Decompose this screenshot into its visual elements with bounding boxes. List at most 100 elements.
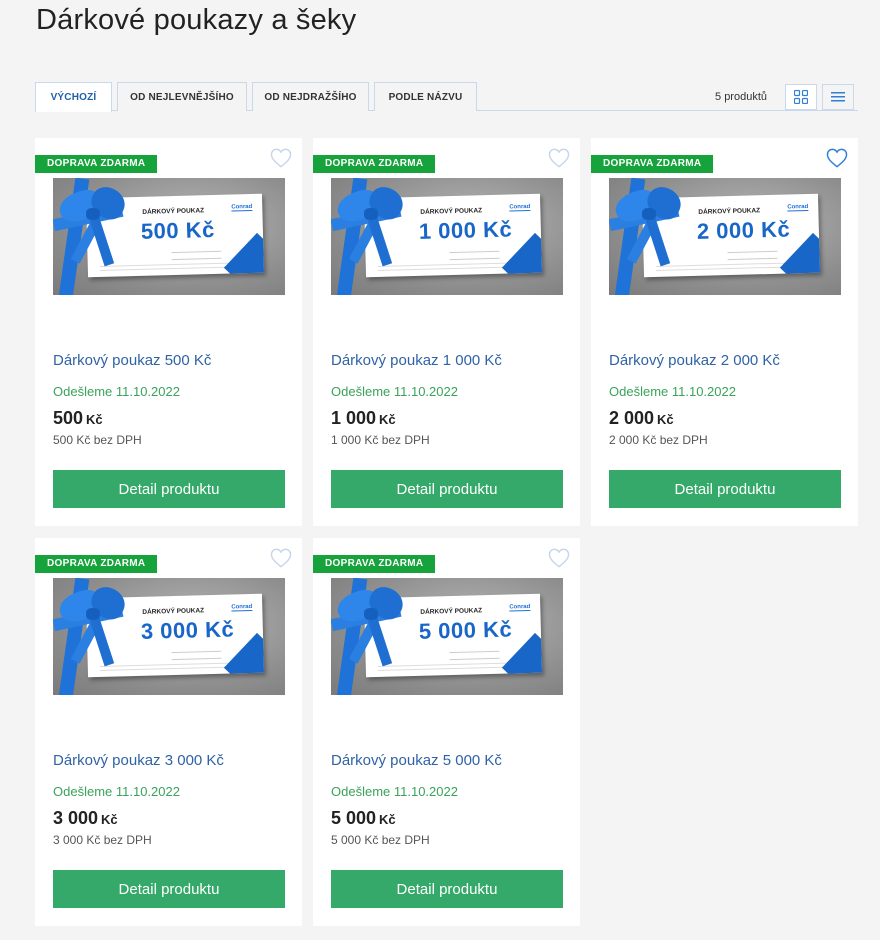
voucher-title: DÁRKOVÝ POUKAZ (698, 207, 761, 216)
voucher-fields (449, 250, 500, 261)
price-value: 3 000 (53, 808, 99, 828)
voucher-logo: Conrad (231, 603, 253, 612)
product-image[interactable]: DÁRKOVÝ POUKAZ Conrad 2 000 Kč (609, 178, 841, 295)
bow-knot (86, 608, 100, 620)
list-view-button[interactable] (822, 84, 854, 110)
bow-knot (364, 208, 378, 220)
voucher-fields (449, 650, 500, 661)
voucher-title: DÁRKOVÝ POUKAZ (420, 607, 483, 616)
grid-view-button[interactable] (785, 84, 817, 110)
price-currency: Kč (657, 412, 674, 427)
price-currency: Kč (379, 812, 396, 827)
product-card: DOPRAVA ZDARMA DÁRKOVÝ POUKAZ Conrad 500… (35, 138, 302, 526)
voucher-amount: 500 Kč (140, 216, 216, 244)
voucher-fields (727, 250, 778, 261)
voucher-amount: 3 000 Kč (140, 616, 235, 644)
voucher-corner (223, 232, 265, 278)
detail-product-button[interactable]: Detail produktu (331, 470, 563, 508)
shipping-date: Odešleme 11.10.2022 (331, 784, 458, 799)
sort-tab-default[interactable]: VÝCHOZÍ (35, 82, 112, 112)
product-count: 5 produktů (715, 91, 767, 103)
product-name-link[interactable]: Dárkový poukaz 500 Kč (53, 352, 211, 369)
voucher-amount: 2 000 Kč (696, 216, 791, 244)
voucher-title: DÁRKOVÝ POUKAZ (142, 207, 205, 216)
sort-tab-most-expensive[interactable]: OD NEJDRAŽŠÍHO (252, 82, 369, 111)
price-without-vat: 1 000 Kč bez DPH (331, 433, 430, 447)
voucher-logo: Conrad (231, 203, 253, 212)
price-value: 500 (53, 408, 84, 428)
heart-icon (270, 148, 292, 168)
product-card: DOPRAVA ZDARMA DÁRKOVÝ POUKAZ Conrad 3 0… (35, 538, 302, 926)
favorite-button[interactable] (548, 148, 570, 168)
product-image[interactable]: DÁRKOVÝ POUKAZ Conrad 500 Kč (53, 178, 285, 295)
voucher-title: DÁRKOVÝ POUKAZ (420, 207, 483, 216)
voucher-fine-print (99, 662, 230, 671)
shipping-date: Odešleme 11.10.2022 (331, 384, 458, 399)
voucher-logo: Conrad (509, 603, 531, 612)
heart-icon (548, 548, 570, 568)
voucher-logo: Conrad (509, 203, 531, 212)
voucher-fine-print (377, 262, 508, 271)
price-without-vat: 2 000 Kč bez DPH (609, 433, 708, 447)
product-card: DOPRAVA ZDARMA DÁRKOVÝ POUKAZ Conrad 2 0… (591, 138, 858, 526)
price-without-vat: 3 000 Kč bez DPH (53, 833, 152, 847)
voucher-amount: 1 000 Kč (418, 216, 513, 244)
price: 3 000 Kč (53, 808, 118, 829)
free-shipping-badge: DOPRAVA ZDARMA (313, 155, 436, 173)
voucher-fine-print (99, 262, 230, 271)
product-card: DOPRAVA ZDARMA DÁRKOVÝ POUKAZ Conrad 5 0… (313, 538, 580, 926)
voucher-fine-print (377, 662, 508, 671)
list-view-icon (831, 92, 845, 102)
price-without-vat: 500 Kč bez DPH (53, 433, 142, 447)
price-currency: Kč (379, 412, 396, 427)
product-name-link[interactable]: Dárkový poukaz 3 000 Kč (53, 752, 224, 769)
product-name-link[interactable]: Dárkový poukaz 5 000 Kč (331, 752, 502, 769)
grid-view-icon (794, 90, 808, 104)
price: 2 000 Kč (609, 408, 674, 429)
favorite-button[interactable] (826, 148, 848, 168)
shipping-date: Odešleme 11.10.2022 (609, 384, 736, 399)
product-name-link[interactable]: Dárkový poukaz 2 000 Kč (609, 352, 780, 369)
sort-toolbar: VÝCHOZÍ OD NEJLEVNĚJŠÍHO OD NEJDRAŽŠÍHO … (35, 82, 858, 112)
page-title: Dárkové poukazy a šeky (36, 4, 357, 36)
favorite-button[interactable] (548, 548, 570, 568)
shipping-date: Odešleme 11.10.2022 (53, 784, 180, 799)
heart-icon (270, 548, 292, 568)
voucher-fine-print (655, 262, 786, 271)
detail-product-button[interactable]: Detail produktu (53, 870, 285, 908)
free-shipping-badge: DOPRAVA ZDARMA (591, 155, 714, 173)
price-value: 2 000 (609, 408, 655, 428)
voucher-fields (171, 250, 222, 261)
price-without-vat: 5 000 Kč bez DPH (331, 833, 430, 847)
price: 5 000 Kč (331, 808, 396, 829)
heart-icon (548, 148, 570, 168)
price-currency: Kč (86, 412, 103, 427)
detail-product-button[interactable]: Detail produktu (609, 470, 841, 508)
detail-product-button[interactable]: Detail produktu (331, 870, 563, 908)
free-shipping-badge: DOPRAVA ZDARMA (35, 155, 158, 173)
product-image[interactable]: DÁRKOVÝ POUKAZ Conrad 3 000 Kč (53, 578, 285, 695)
sort-tab-by-name[interactable]: PODLE NÁZVU (374, 82, 477, 111)
sort-tab-cheapest[interactable]: OD NEJLEVNĚJŠÍHO (117, 82, 247, 111)
voucher-amount: 5 000 Kč (418, 616, 513, 644)
bow-knot (364, 608, 378, 620)
product-image[interactable]: DÁRKOVÝ POUKAZ Conrad 1 000 Kč (331, 178, 563, 295)
product-image[interactable]: DÁRKOVÝ POUKAZ Conrad 5 000 Kč (331, 578, 563, 695)
free-shipping-badge: DOPRAVA ZDARMA (35, 555, 158, 573)
favorite-button[interactable] (270, 548, 292, 568)
heart-icon (826, 148, 848, 168)
price-value: 1 000 (331, 408, 377, 428)
voucher-logo: Conrad (787, 203, 809, 212)
price: 1 000 Kč (331, 408, 396, 429)
shipping-date: Odešleme 11.10.2022 (53, 384, 180, 399)
product-card: DOPRAVA ZDARMA DÁRKOVÝ POUKAZ Conrad 1 0… (313, 138, 580, 526)
voucher-title: DÁRKOVÝ POUKAZ (142, 607, 205, 616)
detail-product-button[interactable]: Detail produktu (53, 470, 285, 508)
price-value: 5 000 (331, 808, 377, 828)
price: 500 Kč (53, 408, 103, 429)
bow-knot (642, 208, 656, 220)
favorite-button[interactable] (270, 148, 292, 168)
product-name-link[interactable]: Dárkový poukaz 1 000 Kč (331, 352, 502, 369)
free-shipping-badge: DOPRAVA ZDARMA (313, 555, 436, 573)
price-currency: Kč (101, 812, 118, 827)
